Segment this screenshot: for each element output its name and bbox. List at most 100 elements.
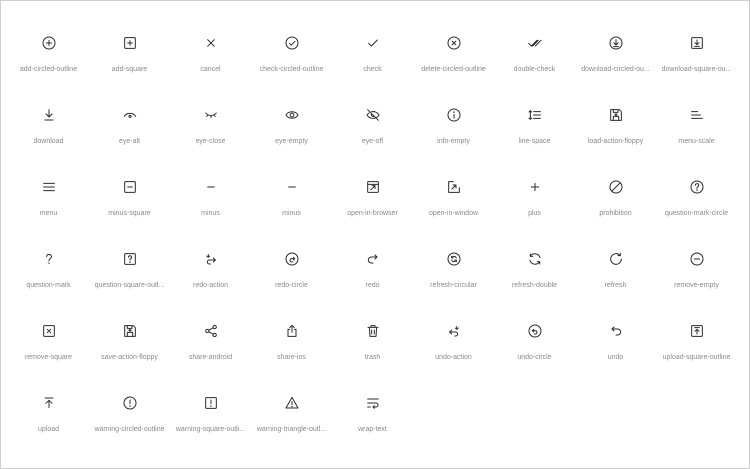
- minus-icon: [201, 177, 221, 197]
- check-icon: [363, 33, 383, 53]
- icon-tile-plus[interactable]: plus: [494, 171, 575, 243]
- icon-tile-download-square-ou[interactable]: download-square-ou...: [656, 27, 737, 99]
- icon-tile-undo-circle[interactable]: undo-circle: [494, 315, 575, 387]
- icon-label: upload: [37, 426, 60, 433]
- refresh-double-icon: [525, 249, 545, 269]
- icon-label: refresh: [604, 282, 627, 289]
- icon-tile-minus[interactable]: minus: [170, 171, 251, 243]
- download-icon: [39, 105, 59, 125]
- upload-square-outline-icon: [687, 321, 707, 341]
- icon-tile-redo-action[interactable]: redo-action: [170, 243, 251, 315]
- refresh-icon: [606, 249, 626, 269]
- icon-tile-share-ios[interactable]: share-ios: [251, 315, 332, 387]
- icon-label: double-check: [513, 66, 556, 73]
- share-ios-icon: [282, 321, 302, 341]
- icon-grid: add-circled-outline add-square cancel check…: [8, 27, 737, 459]
- icon-tile-trash[interactable]: trash: [332, 315, 413, 387]
- icon-tile-share-android[interactable]: share-android: [170, 315, 251, 387]
- icon-tile-menu-scale[interactable]: menu-scale: [656, 99, 737, 171]
- icon-label: minus: [201, 210, 220, 217]
- menu-scale-icon: [687, 105, 707, 125]
- undo-action-icon: [444, 321, 464, 341]
- question-mark-icon: [39, 249, 59, 269]
- icon-tile-menu[interactable]: menu: [8, 171, 89, 243]
- delete-circled-outline-icon: [444, 33, 464, 53]
- icon-tile-download[interactable]: download: [8, 99, 89, 171]
- minus-icon: [282, 177, 302, 197]
- icon-label: question-mark: [26, 282, 71, 289]
- icon-label: remove-empty: [674, 282, 719, 289]
- icon-tile-minus[interactable]: minus: [251, 171, 332, 243]
- icon-tile-question-mark[interactable]: question-mark: [8, 243, 89, 315]
- icon-tile-warning-circled-outline[interactable]: warning-circled-outline: [89, 387, 170, 459]
- icon-tile-refresh-circular[interactable]: refresh-circular: [413, 243, 494, 315]
- add-square-icon: [120, 33, 140, 53]
- remove-square-icon: [39, 321, 59, 341]
- icon-label: share-ios: [277, 354, 306, 361]
- question-mark-circle-icon: [687, 177, 707, 197]
- icon-tile-minus-square[interactable]: minus-square: [89, 171, 170, 243]
- icon-label: load-action-floppy: [587, 138, 644, 145]
- icon-tile-question-mark-circle[interactable]: question-mark-circle: [656, 171, 737, 243]
- icon-tile-download-circled-ou[interactable]: download-circled-ou...: [575, 27, 656, 99]
- icon-tile-eye-close[interactable]: eye-close: [170, 99, 251, 171]
- icon-label: redo-circle: [275, 282, 308, 289]
- icon-label: eye-off: [361, 138, 384, 145]
- icon-tile-warning-square-outli[interactable]: warning-square-outli...: [170, 387, 251, 459]
- icon-tile-check[interactable]: check: [332, 27, 413, 99]
- warning-circled-outline-icon: [120, 393, 140, 413]
- icon-label: open-in-browser: [347, 210, 398, 217]
- icon-label: add-square: [111, 66, 148, 73]
- icon-tile-question-square-outl[interactable]: question-square-outl...: [89, 243, 170, 315]
- icon-label: info-empty: [437, 138, 470, 145]
- icon-tile-upload-square-outline[interactable]: upload-square-outline: [656, 315, 737, 387]
- icon-label: undo: [607, 354, 624, 361]
- icon-tile-undo-action[interactable]: undo-action: [413, 315, 494, 387]
- icon-tile-eye-alt[interactable]: eye-alt: [89, 99, 170, 171]
- undo-circle-icon: [525, 321, 545, 341]
- icon-tile-load-action-floppy[interactable]: load-action-floppy: [575, 99, 656, 171]
- icon-tile-add-square[interactable]: add-square: [89, 27, 170, 99]
- icon-tile-open-in-browser[interactable]: open-in-browser: [332, 171, 413, 243]
- icon-tile-add-circled-outline[interactable]: add-circled-outline: [8, 27, 89, 99]
- download-circled-outline-icon: [606, 33, 626, 53]
- share-android-icon: [201, 321, 221, 341]
- icon-tile-eye-empty[interactable]: eye-empty: [251, 99, 332, 171]
- icon-tile-redo[interactable]: redo: [332, 243, 413, 315]
- icon-label: refresh-double: [511, 282, 558, 289]
- double-check-icon: [525, 33, 545, 53]
- icon-label: refresh-circular: [430, 282, 477, 289]
- icon-tile-double-check[interactable]: double-check: [494, 27, 575, 99]
- icon-tile-cancel[interactable]: cancel: [170, 27, 251, 99]
- eye-off-icon: [363, 105, 383, 125]
- cancel-icon: [201, 33, 221, 53]
- icon-label: menu-scale: [678, 138, 715, 145]
- icon-tile-prohibition[interactable]: prohibition: [575, 171, 656, 243]
- download-square-outline-icon: [687, 33, 707, 53]
- icon-tile-open-in-window[interactable]: open-in-window: [413, 171, 494, 243]
- icon-tile-refresh-double[interactable]: refresh-double: [494, 243, 575, 315]
- load-action-floppy-icon: [606, 105, 626, 125]
- icon-tile-remove-square[interactable]: remove-square: [8, 315, 89, 387]
- icon-tile-info-empty[interactable]: info-empty: [413, 99, 494, 171]
- icon-tile-check-circled-outline[interactable]: check-circled-outline: [251, 27, 332, 99]
- icon-tile-remove-empty[interactable]: remove-empty: [656, 243, 737, 315]
- icon-tile-wrap-text[interactable]: wrap-text: [332, 387, 413, 459]
- icon-label: eye-empty: [275, 138, 308, 145]
- icon-tile-refresh[interactable]: refresh: [575, 243, 656, 315]
- line-space-icon: [525, 105, 545, 125]
- icon-tile-redo-circle[interactable]: redo-circle: [251, 243, 332, 315]
- icon-label: share-android: [188, 354, 233, 361]
- warning-square-outline-icon: [201, 393, 221, 413]
- icon-tile-eye-off[interactable]: eye-off: [332, 99, 413, 171]
- minus-square-icon: [120, 177, 140, 197]
- icon-tile-upload[interactable]: upload: [8, 387, 89, 459]
- upload-icon: [39, 393, 59, 413]
- icon-tile-undo[interactable]: undo: [575, 315, 656, 387]
- icon-tile-delete-circled-outline[interactable]: delete-circled-outline: [413, 27, 494, 99]
- icon-label: remove-square: [24, 354, 73, 361]
- icon-tile-warning-triangle-outl[interactable]: warning-triangle-outl...: [251, 387, 332, 459]
- icon-tile-save-action-floppy[interactable]: save-action-floppy: [89, 315, 170, 387]
- warning-triangle-outline-icon: [282, 393, 302, 413]
- icon-tile-line-space[interactable]: line-space: [494, 99, 575, 171]
